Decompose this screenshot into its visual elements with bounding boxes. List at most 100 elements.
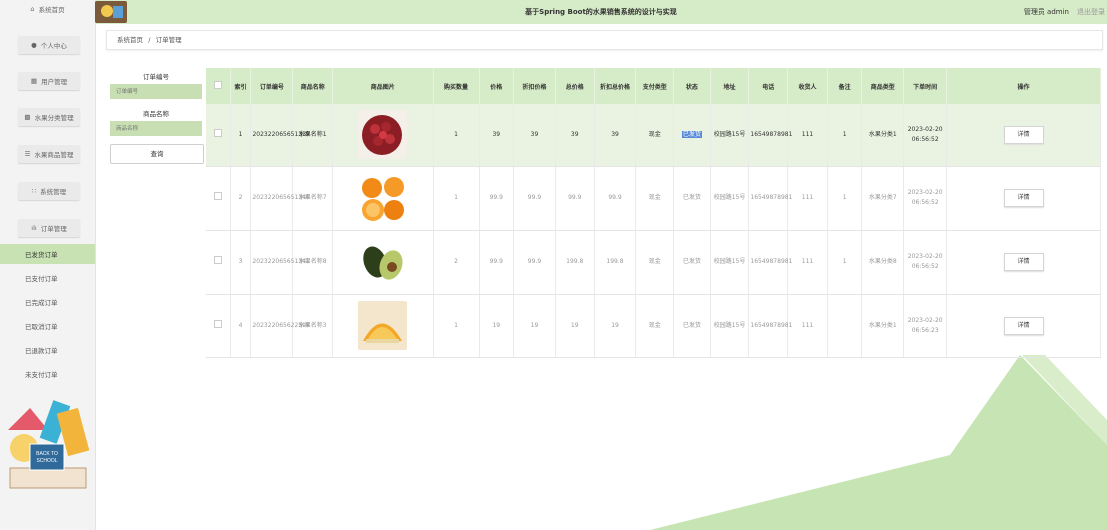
cell-text: 99.9 — [489, 258, 503, 265]
cell-phone: 16549878981 — [748, 230, 792, 295]
cell-phone: 16549878981 — [748, 166, 792, 231]
table-row[interactable]: 2 202322065651340 水果名称7 1 99.9 99.9 99.9 99.9 现金… — [206, 166, 1101, 231]
cell-text: 水果名称7 — [298, 194, 327, 201]
cell-qty: 1 — [433, 294, 480, 358]
checkbox[interactable] — [213, 192, 222, 200]
sidebar-item-fruit-category[interactable]: ▩ 水果分类管理 — [18, 108, 80, 126]
sidebar-item-orders[interactable]: ılı 订单管理 — [18, 219, 80, 237]
row-select[interactable] — [206, 104, 231, 167]
cell-text: 校园路15号 — [713, 258, 746, 265]
logout-link[interactable]: 退出登录 — [1077, 0, 1105, 24]
sidebar-sub-shipped[interactable]: 已发货订单 — [0, 244, 95, 264]
cell-status: 已发货 — [673, 166, 711, 231]
cell-text: 99.9 — [527, 194, 542, 201]
sidebar: ⌂ 系统首页 ● 个人中心 ▦ 用户管理 ▩ 水果分类管理 ☰ 水果商品管理 ∷… — [0, 0, 96, 530]
product-thumbnail — [358, 301, 408, 350]
cell-category: 水果分类1 — [861, 294, 905, 358]
cell-qty: 1 — [433, 104, 480, 167]
cell-text: 现金 — [648, 258, 661, 265]
cell-total: 199.8 — [555, 230, 595, 295]
cell-text: 2023-02-20 06:56:52 — [907, 189, 943, 206]
order-no-label: 订单编号 — [143, 73, 169, 81]
cell-index: 4 — [230, 294, 252, 358]
table-row[interactable]: 3 202322065651341 水果名称8 2 99.9 99.9 199.8 199.8… — [206, 230, 1101, 295]
svg-text:BACK TO: BACK TO — [36, 451, 58, 457]
header-product-image: 商品图片 — [332, 68, 434, 104]
order-no-input[interactable] — [110, 84, 202, 99]
status-badge: 已发货 — [682, 321, 701, 329]
cell-price: 19 — [479, 294, 515, 358]
checkbox[interactable] — [213, 128, 222, 137]
breadcrumb-home[interactable]: 系统首页 — [117, 36, 143, 44]
cell-receiver: 111 — [787, 166, 828, 231]
cell-name: 水果名称3 — [292, 294, 334, 358]
cell-product-image — [332, 294, 434, 358]
cell-name: 水果名称1 — [292, 104, 334, 167]
cell-address: 校园路15号 — [710, 104, 750, 167]
header-index: 索引 — [230, 68, 252, 104]
query-button[interactable]: 查询 — [110, 144, 204, 164]
header-discount-price: 折扣价格 — [513, 68, 556, 104]
header-quantity: 购买数量 — [433, 68, 480, 104]
sidebar-item-profile[interactable]: ● 个人中心 — [18, 36, 80, 54]
cell-actions: 详情 — [946, 104, 1101, 167]
table-row[interactable]: 4 202322065622598 水果名称3 1 19 19 19 19 现金 已发货 校园路15… — [206, 294, 1101, 358]
cell-name: 水果名称7 — [292, 166, 334, 231]
cell-text: 111 — [801, 130, 814, 138]
row-select[interactable] — [206, 294, 231, 358]
cell-order-no: 202322065622598 — [250, 294, 310, 358]
cell-text: 1 — [842, 194, 847, 201]
row-select[interactable] — [206, 166, 231, 231]
detail-button[interactable]: 详情 — [1003, 125, 1044, 144]
cell-text: 19 — [530, 321, 539, 329]
sidebar-sub-unpaid[interactable]: 未支付订单 — [0, 364, 95, 384]
sidebar-item-home[interactable]: ⌂ 系统首页 — [0, 0, 95, 18]
cell-text: 39 — [611, 130, 619, 138]
sidebar-item-system[interactable]: ∷ 系统管理 — [18, 182, 80, 200]
sidebar-sub-paid[interactable]: 已支付订单 — [0, 268, 95, 288]
app-title: 基于Spring Boot的水果销售系统的设计与实现 — [525, 8, 677, 16]
sidebar-sub-cancelled[interactable]: 已取消订单 — [0, 316, 95, 336]
row-select[interactable] — [206, 230, 231, 295]
header-address: 地址 — [710, 68, 750, 104]
cell-note: 1 — [827, 230, 863, 295]
cell-note: 1 — [827, 104, 863, 167]
decorative-green-shape — [650, 355, 1107, 530]
sidebar-sub-completed[interactable]: 已完成订单 — [0, 292, 95, 312]
sidebar-item-fruit-products[interactable]: ☰ 水果商品管理 — [18, 145, 80, 163]
product-thumbnail — [358, 173, 408, 223]
detail-button[interactable]: 详情 — [1003, 189, 1044, 207]
header-total: 总价格 — [555, 68, 595, 104]
table-row[interactable]: 1 202322065651339 水果名称1 1 39 39 39 39 现金 已发货 校园路15… — [206, 104, 1101, 167]
cell-time: 2023-02-20 06:56:52 — [903, 230, 948, 295]
header-select-all[interactable] — [206, 68, 231, 104]
table-header-row: 索引 订单编号 商品名称 商品图片 购买数量 价格 折扣价格 总价格 折扣总价格… — [206, 68, 1101, 104]
product-name-input[interactable] — [110, 121, 202, 136]
cell-text: 199.8 — [566, 258, 584, 265]
sidebar-sub-refunded[interactable]: 已退款订单 — [0, 340, 95, 360]
current-user: 管理员 admin — [1023, 8, 1069, 16]
detail-button[interactable]: 详情 — [1003, 253, 1044, 271]
detail-button[interactable]: 详情 — [1003, 316, 1044, 335]
breadcrumb-current: 订单管理 — [155, 36, 182, 44]
cell-time: 2023-02-20 06:56:52 — [903, 166, 948, 231]
checkbox[interactable] — [213, 319, 222, 328]
cell-discount-price: 39 — [513, 104, 556, 167]
cell-text: 1 — [454, 194, 458, 201]
header-pay-type: 支付类型 — [635, 68, 675, 104]
cell-discount-total: 199.8 — [594, 230, 637, 295]
cell-text: 现金 — [648, 130, 661, 138]
cell-qty: 1 — [433, 166, 480, 231]
checkbox[interactable] — [213, 81, 222, 89]
checkbox[interactable] — [213, 256, 222, 264]
product-thumbnail — [358, 110, 408, 160]
cell-text: 199.8 — [606, 258, 624, 265]
breadcrumb-separator: / — [148, 36, 151, 44]
cell-product-image — [332, 166, 434, 231]
cell-text: 1 — [842, 258, 847, 265]
sidebar-item-users[interactable]: ▦ 用户管理 — [18, 72, 80, 90]
cell-price: 99.9 — [479, 230, 515, 295]
cell-text: 1 — [454, 130, 458, 138]
cell-actions: 详情 — [946, 230, 1101, 295]
cell-order-no: 202322065651341 — [250, 230, 310, 295]
